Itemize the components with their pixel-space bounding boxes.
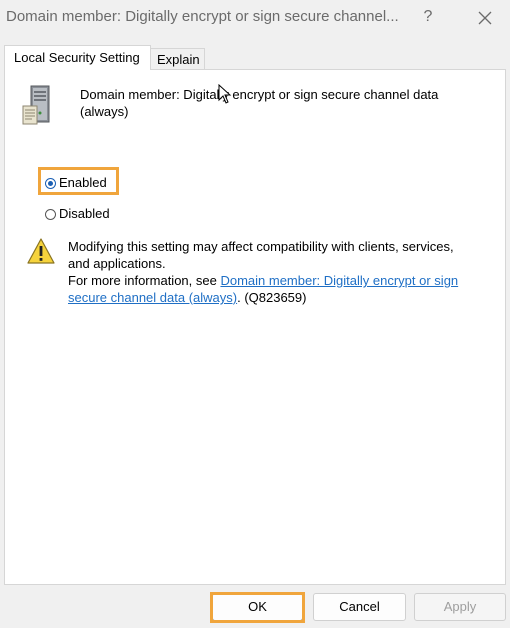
tab-explain[interactable]: Explain — [150, 48, 205, 70]
enabled-radio[interactable]: Enabled — [45, 175, 125, 193]
warning-line: Modifying this setting may affect compat… — [68, 239, 454, 271]
more-info-prefix: For more information, see — [68, 273, 221, 288]
disabled-label: Disabled — [59, 206, 110, 221]
warning-text: Modifying this setting may affect compat… — [68, 238, 478, 306]
kb-reference: . (Q823659) — [237, 290, 307, 305]
policy-name: Domain member: Digitally encrypt or sign… — [80, 87, 439, 119]
apply-button[interactable]: Apply — [414, 593, 506, 621]
tab-label: Explain — [157, 52, 200, 67]
enabled-label: Enabled — [59, 175, 107, 190]
mouse-pointer-icon — [218, 84, 232, 104]
warning-triangle-icon — [27, 238, 55, 264]
ok-button[interactable]: OK — [212, 593, 303, 621]
help-button[interactable]: ? — [416, 4, 440, 30]
more-info-line: For more information, see Domain member:… — [68, 272, 478, 306]
cancel-button[interactable]: Cancel — [313, 593, 406, 621]
close-icon — [478, 11, 492, 25]
tab-local-security-setting[interactable]: Local Security Setting — [4, 45, 151, 70]
settings-panel — [4, 69, 506, 585]
disabled-radio[interactable]: Disabled — [45, 206, 125, 224]
tab-label: Local Security Setting — [14, 50, 140, 65]
title-bar: Domain member: Digitally encrypt or sign… — [0, 0, 510, 36]
radio-selected-icon — [45, 178, 56, 189]
radio-unselected-icon — [45, 209, 56, 220]
server-computer-icon — [22, 85, 50, 125]
window-title: Domain member: Digitally encrypt or sign… — [6, 8, 399, 25]
close-button[interactable] — [470, 4, 500, 32]
